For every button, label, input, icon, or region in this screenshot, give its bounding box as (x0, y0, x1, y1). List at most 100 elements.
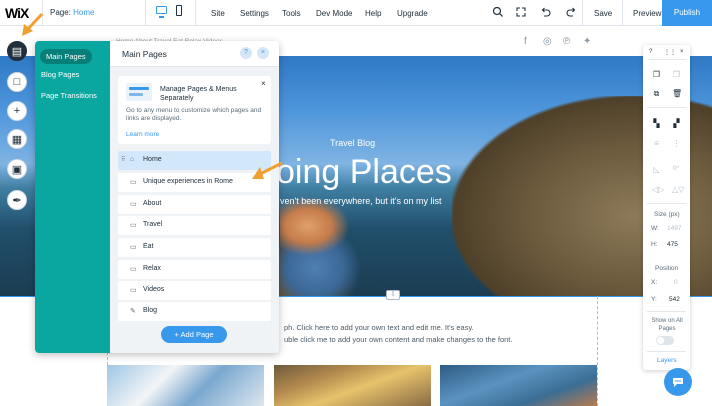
inspector-panel: ? ⋮⋮ × ❐ ❐ ⧉ 🗑 ▚ ▞ ≡ ⋮ ◺ 0° ◁▷ △▽ Size (… (643, 45, 690, 370)
add-icon[interactable]: + (7, 101, 27, 121)
home-icon: ⌂ (130, 156, 135, 163)
duplicate-icon[interactable]: ⧉ (652, 89, 661, 98)
delete-icon[interactable]: 🗑 (672, 89, 682, 98)
menu-help[interactable]: Help (365, 9, 381, 18)
nav-page-transitions[interactable]: Page Transitions (41, 91, 97, 100)
pages-panel-content: Main Pages ? × Manage Pages & Menus Sepa… (110, 41, 279, 353)
page-icon: ▭ (130, 287, 137, 294)
rotate-icon: ◺ (653, 165, 660, 174)
blog-pen-icon[interactable]: ✒ (7, 190, 27, 210)
menu-dev-mode[interactable]: Dev Mode (316, 9, 352, 18)
show-on-all-pages-label: Show on All Pages (651, 318, 683, 332)
gallery-image-1[interactable] (107, 365, 264, 406)
divider (647, 107, 686, 108)
strip-drag-handle[interactable]: ⇩ (386, 290, 400, 300)
page-item-videos[interactable]: ▭ Videos (118, 281, 271, 300)
hero-subtitle[interactable]: ven't been everywhere, but it's on my li… (280, 196, 442, 206)
position-label: Position (655, 265, 679, 272)
page-item-label: Eat (143, 243, 154, 250)
inspector-help-icon[interactable]: ? (649, 49, 652, 55)
page-selector-prefix: Page: (50, 8, 71, 17)
width-field[interactable]: 1497 (667, 225, 681, 232)
flip-horizontal-icon: ◁▷ (652, 185, 665, 194)
gallery-image-3[interactable] (440, 365, 597, 406)
app-market-icon[interactable]: ▦ (7, 129, 27, 149)
hero-title[interactable]: oing Places (276, 153, 452, 192)
tip-close-icon[interactable]: × (261, 79, 266, 88)
paragraph-line-1[interactable]: ph. Click here to add your own text and … (284, 323, 474, 332)
search-icon[interactable] (492, 6, 504, 18)
left-toolbar: ▤ □ + ▦ ▣ ✒ (0, 40, 34, 240)
inspector-close-icon[interactable]: × (680, 49, 684, 55)
menu-upgrade[interactable]: Upgrade (397, 9, 428, 18)
page-selector[interactable]: Page: Home (50, 8, 94, 17)
page-item-label: Travel (143, 221, 163, 228)
page-item-label: Videos (143, 286, 165, 293)
zoom-out-icon[interactable] (515, 6, 527, 18)
height-field[interactable]: 475 (667, 241, 678, 248)
pages-menu-icon[interactable]: ▤ (7, 41, 27, 61)
x-field[interactable]: 0 (674, 279, 678, 286)
nav-blog-pages[interactable]: Blog Pages (41, 70, 79, 79)
save-button[interactable]: Save (594, 9, 612, 18)
redo-icon[interactable] (565, 6, 577, 18)
add-page-button[interactable]: + Add Page (161, 326, 227, 343)
nav-main-pages[interactable]: Main Pages (40, 49, 92, 64)
pages-panel-title: Main Pages (122, 49, 167, 59)
close-icon[interactable]: × (257, 47, 269, 59)
blog-icon: ✎ (130, 308, 136, 315)
inspector-options-icon[interactable]: ⋮⋮ (664, 49, 676, 56)
page-item-label: Relax (143, 265, 161, 272)
tip-body: Go to any menu to customize which pages … (126, 107, 262, 122)
align-icon: ≡ (654, 139, 659, 148)
media-icon[interactable]: ▣ (7, 159, 27, 179)
show-on-all-pages-toggle[interactable] (656, 336, 674, 345)
undo-icon[interactable] (540, 6, 552, 18)
page-item-relax[interactable]: ▭ Relax (118, 260, 271, 279)
preview-button[interactable]: Preview (633, 9, 661, 18)
background-icon[interactable]: □ (7, 72, 27, 92)
hero-kicker[interactable]: Travel Blog (330, 138, 375, 148)
y-label: Y: (651, 296, 657, 303)
page-icon: ▭ (130, 179, 137, 186)
paragraph-line-2[interactable]: uble click me to add your own content an… (284, 335, 512, 344)
facebook-icon[interactable]: f (524, 36, 527, 47)
menu-settings[interactable]: Settings (240, 9, 269, 18)
copy-icon[interactable]: ❐ (652, 70, 661, 79)
page-item-label: Home (143, 156, 162, 163)
mobile-view-icon[interactable] (176, 5, 182, 16)
publish-button[interactable]: Publish (662, 0, 712, 26)
arrow-annotation-icon (22, 12, 44, 36)
divider (582, 0, 583, 26)
instagram-icon[interactable]: ◎ (543, 36, 552, 47)
twitter-icon[interactable]: ✦ (583, 36, 591, 47)
grid-line-right (597, 296, 598, 406)
y-field[interactable]: 542 (669, 296, 680, 303)
page-icon: ▭ (130, 266, 137, 273)
width-label: W: (651, 225, 659, 232)
gallery-image-2[interactable] (274, 365, 431, 406)
pages-panel-header: Main Pages ? × (110, 41, 279, 67)
page-item-travel[interactable]: ▭ Travel (118, 216, 271, 235)
page-item-about[interactable]: ▭ About (118, 195, 271, 214)
bring-forward-icon[interactable]: ▚ (652, 119, 661, 128)
menu-site[interactable]: Site (211, 9, 225, 18)
chat-icon[interactable] (664, 368, 692, 396)
learn-more-link[interactable]: Learn more (126, 131, 159, 138)
divider (647, 203, 686, 204)
menu-tools[interactable]: Tools (282, 9, 301, 18)
drag-handle-icon[interactable]: ⠿ (121, 156, 125, 163)
pinterest-icon[interactable]: ℗ (563, 36, 570, 47)
flip-vertical-icon: △▽ (672, 185, 685, 194)
page-item-blog[interactable]: ✎ Blog (118, 302, 271, 321)
help-icon[interactable]: ? (240, 47, 252, 59)
x-label: X: (651, 279, 658, 286)
page-item-label: About (143, 200, 162, 207)
pages-panel-nav: Main Pages Blog Pages Page Transitions (35, 41, 110, 353)
desktop-view-icon[interactable] (156, 6, 167, 18)
page-item-eat[interactable]: ▭ Eat (118, 238, 271, 257)
layers-link[interactable]: Layers (657, 357, 677, 364)
send-backward-icon[interactable]: ▞ (672, 119, 681, 128)
tip-title: Manage Pages & Menus Separately (160, 86, 237, 102)
distribute-icon: ⋮ (672, 139, 681, 148)
